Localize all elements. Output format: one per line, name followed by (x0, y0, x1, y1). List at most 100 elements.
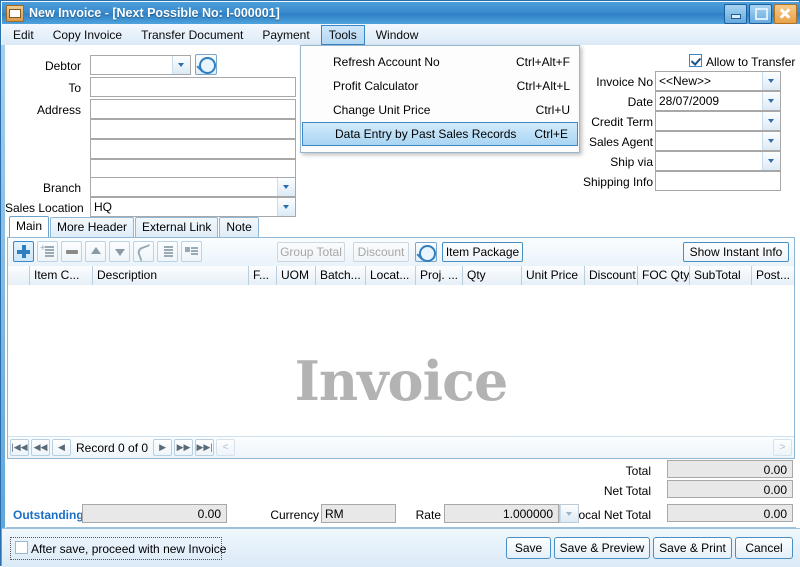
window-title: New Invoice - [Next Possible No: I-00000… (29, 6, 280, 20)
grid-toolbar: + Group Total Discount Item Package Show… (8, 238, 794, 267)
indent-list-icon[interactable] (157, 241, 178, 262)
undo-icon[interactable] (133, 241, 155, 263)
grid-search-button[interactable] (415, 242, 437, 262)
nav-last-button[interactable]: ▶▶| (195, 439, 215, 456)
branch-combo[interactable] (90, 177, 296, 197)
tab-external-link[interactable]: External Link (135, 217, 219, 237)
tab-strip: Main More Header External Link Note (9, 216, 260, 237)
menu-refresh-account-no[interactable]: Refresh Account No Ctrl+Alt+F (301, 50, 579, 74)
chevron-down-icon[interactable] (172, 56, 190, 74)
delete-row-icon[interactable] (61, 241, 82, 262)
local-net-total-value: 0.00 (667, 504, 793, 522)
chevron-down-icon[interactable] (277, 178, 295, 196)
save-print-button[interactable]: Save & Print (653, 537, 732, 559)
sales-location-value: HQ (94, 200, 112, 214)
nav-first-button[interactable]: |◀◀ (10, 439, 29, 456)
grid-header-discount[interactable]: Discount (585, 266, 638, 285)
nav-next-button[interactable]: ▶ (153, 439, 173, 456)
close-button[interactable] (774, 4, 797, 24)
address-line-4[interactable] (90, 159, 296, 179)
sales-agent-value (656, 132, 762, 150)
chevron-down-icon[interactable] (762, 112, 780, 130)
grid-header-subtotal[interactable]: SubTotal (690, 266, 752, 285)
tab-more-header[interactable]: More Header (50, 217, 135, 237)
address-line-3[interactable] (90, 139, 296, 159)
move-up-icon[interactable] (85, 241, 106, 262)
nav-next-page-button[interactable]: ▶▶ (174, 439, 194, 456)
window-controls (724, 4, 797, 24)
chevron-down-icon[interactable] (762, 152, 780, 170)
detail-view-icon[interactable] (181, 241, 202, 262)
date-combo[interactable]: 28/07/2009 (655, 91, 781, 111)
menu-item-tools[interactable]: Tools (320, 24, 365, 45)
menu-data-entry-by-past-sales-records[interactable]: Data Entry by Past Sales Records Ctrl+E (302, 122, 578, 146)
grid-header-foc-qty[interactable]: FOC Qty (638, 266, 690, 285)
insert-row-icon[interactable]: + (37, 241, 58, 262)
grid-header-location[interactable]: Locat... (366, 266, 416, 285)
currency-value: RM (321, 504, 396, 523)
chevron-down-icon[interactable] (762, 72, 780, 90)
show-instant-info-button[interactable]: Show Instant Info (683, 242, 789, 262)
chevron-down-icon[interactable] (762, 132, 780, 150)
menu-bar: Edit Copy Invoice Transfer Document Paym… (2, 24, 800, 46)
grid-header-qty[interactable]: Qty (463, 266, 522, 285)
menu-item-edit[interactable]: Edit (5, 25, 42, 45)
menu-item-payment[interactable]: Payment (254, 25, 317, 45)
save-preview-button[interactable]: Save & Preview (554, 537, 650, 559)
menu-item-transfer-document[interactable]: Transfer Document (133, 25, 251, 45)
discount-button[interactable]: Discount (353, 242, 409, 262)
grid-header-unit-price[interactable]: Unit Price (522, 266, 585, 285)
shipping-info-label: Shipping Info (582, 175, 653, 189)
grid-body[interactable]: Invoice (8, 285, 794, 436)
invoice-no-combo[interactable]: <<New>> (655, 71, 781, 91)
debtor-combo[interactable] (90, 55, 191, 75)
after-save-checkbox[interactable] (15, 541, 28, 554)
shipping-info-field[interactable] (655, 171, 781, 191)
menu-profit-calculator[interactable]: Profit Calculator Ctrl+Alt+L (301, 74, 579, 98)
tab-main[interactable]: Main (9, 216, 50, 237)
menu-item-copy-invoice[interactable]: Copy Invoice (45, 25, 130, 45)
tab-note[interactable]: Note (219, 217, 259, 237)
grid-header-post[interactable]: Post... (752, 266, 794, 285)
chevron-down-icon[interactable] (560, 505, 578, 522)
group-total-button[interactable]: Group Total (277, 242, 345, 262)
address-line-1[interactable] (90, 99, 296, 119)
rate-label: Rate (415, 508, 441, 522)
chevron-down-icon[interactable] (277, 198, 295, 216)
grid-header-f[interactable]: F... (249, 266, 277, 285)
add-row-icon[interactable] (13, 241, 34, 262)
allow-to-transfer-checkbox[interactable] (689, 54, 702, 67)
ship-via-combo[interactable] (655, 151, 781, 171)
save-button[interactable]: Save (506, 537, 551, 559)
grid-header-selector[interactable] (8, 266, 30, 285)
menu-change-unit-price[interactable]: Change Unit Price Ctrl+U (301, 98, 579, 122)
rate-dropdown[interactable] (559, 504, 579, 523)
hscroll-right-button[interactable]: > (773, 439, 792, 456)
sales-agent-combo[interactable] (655, 131, 781, 151)
move-down-icon[interactable] (109, 241, 130, 262)
grid-header-project[interactable]: Proj. ... (416, 266, 463, 285)
hscroll-left-button[interactable]: < (216, 439, 236, 456)
debtor-search-button[interactable] (195, 54, 217, 75)
menu-change-unit-price-label: Change Unit Price (333, 103, 431, 117)
nav-prev-button[interactable]: ◀ (52, 439, 71, 456)
nav-prev-page-button[interactable]: ◀◀ (31, 439, 50, 456)
cancel-button[interactable]: Cancel (735, 537, 793, 559)
menu-item-window[interactable]: Window (368, 25, 427, 45)
grid-header-item-code[interactable]: Item C... (30, 266, 93, 285)
outstanding-label: Outstanding: (13, 508, 88, 522)
item-package-button[interactable]: Item Package (442, 242, 523, 262)
credit-term-combo[interactable] (655, 111, 781, 131)
grid-header-uom[interactable]: UOM (277, 266, 316, 285)
sales-location-label: Sales Location (5, 201, 84, 215)
chevron-down-icon[interactable] (762, 92, 780, 110)
grid-header-batch[interactable]: Batch... (316, 266, 366, 285)
menu-change-unit-price-shortcut: Ctrl+U (535, 103, 570, 117)
grid-header-description[interactable]: Description (93, 266, 249, 285)
to-field[interactable] (90, 77, 296, 97)
address-line-2[interactable] (90, 119, 296, 139)
magnifier-icon (199, 57, 216, 74)
maximize-button[interactable] (749, 4, 772, 24)
sales-location-combo[interactable]: HQ (90, 197, 296, 217)
minimize-button[interactable] (724, 4, 747, 24)
